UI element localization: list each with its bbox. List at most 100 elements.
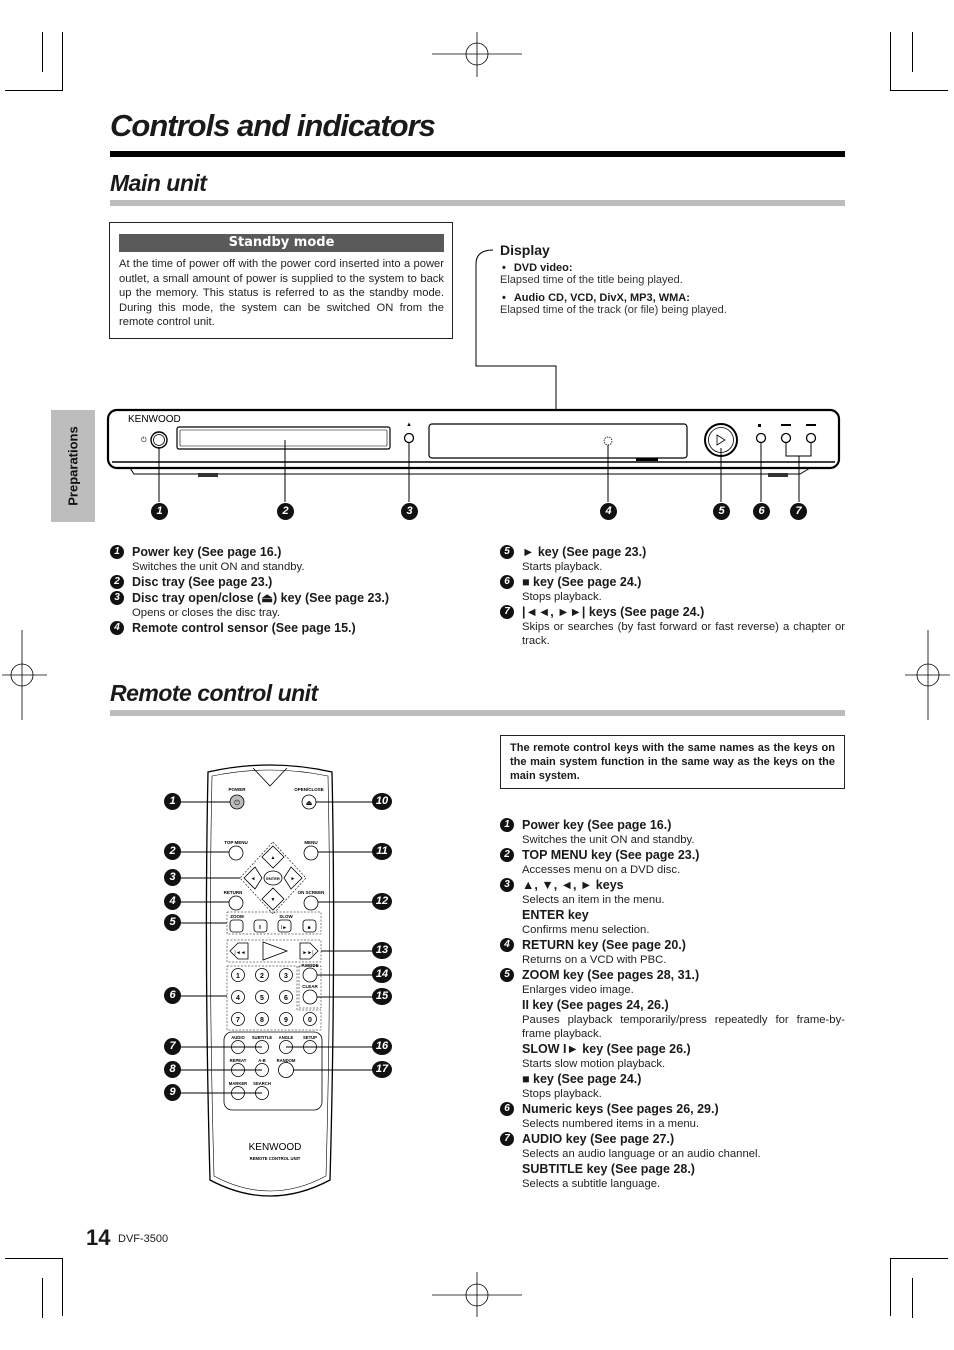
svg-text:▲: ▲ [271, 855, 276, 861]
main-unit-list-right: 5 ► key (See page 23.) Starts playback. 6 ■… [500, 544, 845, 648]
list-item: 2 TOP MENU key (See page 23.) Accesses men… [500, 847, 845, 877]
crop-mark [42, 1278, 43, 1318]
list-item: 3 ▲, ▼, ◄, ► keys Selects an item in the m… [500, 877, 845, 937]
remote-callout-15: 15 [372, 988, 392, 1005]
list-item: 1 Power key (See page 16.) Switches the un… [110, 544, 470, 574]
svg-text:I►: I► [281, 925, 287, 931]
list-item: 7 AUDIO key (See page 27.) Selects an audi… [500, 1131, 845, 1191]
remote-callout-6: 6 [164, 987, 181, 1004]
list-item: 7 |◄◄, ►►| keys (See page 24.) Skips or se… [500, 604, 845, 648]
svg-text:SETUP: SETUP [303, 1035, 317, 1040]
device-brand: KENWOOD [128, 414, 181, 425]
svg-text:3: 3 [284, 973, 288, 980]
svg-text:⏻: ⏻ [234, 799, 240, 807]
list-item: 6 Numeric keys (See pages 26, 29.) Selects… [500, 1101, 845, 1131]
section-heading-remote: Remote control unit [110, 680, 318, 706]
svg-text:9: 9 [284, 1017, 288, 1024]
svg-text:OPEN/CLOSE: OPEN/CLOSE [294, 787, 324, 792]
crop-mark [890, 90, 948, 91]
remote-callout-8: 8 [164, 1061, 181, 1078]
crop-mark [890, 32, 891, 90]
title-rule [110, 151, 845, 157]
remote-callout-4: 4 [164, 893, 181, 910]
remote-return-button [228, 895, 244, 911]
crop-mark [62, 32, 63, 90]
callout-6: 6 [753, 503, 770, 520]
crop-mark [62, 1258, 63, 1316]
callout-7: 7 [790, 503, 807, 520]
model-number: DVF-3500 [118, 1233, 169, 1245]
svg-text:6: 6 [284, 995, 288, 1002]
svg-text:|◄◄: |◄◄ [234, 950, 245, 956]
svg-text:MENU: MENU [304, 840, 317, 845]
section-rule [110, 710, 845, 716]
main-unit-illustration: KENWOOD ⏻ ▲ [106, 249, 841, 502]
list-item: 2 Disc tray (See page 23.) [110, 574, 470, 590]
remote-callout-12: 12 [372, 893, 392, 910]
device-foot [198, 473, 218, 477]
remote-top-menu-button [228, 845, 244, 861]
callout-4: 4 [600, 503, 617, 520]
side-tab: Preparations [51, 410, 95, 522]
remote-callout-14: 14 [372, 966, 392, 983]
list-item: 5 ZOOM key (See pages 28, 31.) Enlarges vi… [500, 967, 845, 1101]
device-foot [768, 473, 788, 477]
svg-text:ANGLE: ANGLE [279, 1035, 294, 1040]
remote-menu-button [303, 845, 319, 861]
svg-text:7: 7 [236, 1017, 240, 1024]
remote-callout-10: 10 [372, 793, 392, 810]
list-item: 5 ► key (See page 23.) Starts playback. [500, 544, 845, 574]
svg-text:SUBTITLE: SUBTITLE [252, 1035, 273, 1040]
section-heading-main-unit: Main unit [110, 170, 207, 196]
crop-mark [5, 90, 63, 91]
list-item: 4 RETURN key (See page 20.) Returns on a V… [500, 937, 845, 967]
svg-text:ON SCREEN: ON SCREEN [298, 890, 325, 895]
crop-mark [912, 32, 913, 72]
remote-callout-16: 16 [372, 1038, 392, 1055]
registration-mark-right [905, 630, 950, 720]
list-item: 1 Power key (See page 16.) Switches the un… [500, 817, 845, 847]
svg-text:⏏: ⏏ [306, 800, 313, 807]
svg-text:SEARCH: SEARCH [253, 1081, 271, 1086]
page-title: Controls and indicators [110, 108, 436, 143]
svg-text:▲: ▲ [406, 422, 412, 428]
registration-mark-left [2, 630, 47, 720]
crop-mark [912, 1278, 913, 1318]
svg-text:4: 4 [236, 995, 240, 1002]
svg-text:TOP MENU: TOP MENU [224, 840, 248, 845]
callout-1: 1 [151, 503, 168, 520]
svg-text:CLEAR: CLEAR [302, 984, 318, 989]
callout-5: 5 [713, 503, 730, 520]
remote-callout-3: 3 [164, 869, 181, 886]
callout-2: 2 [277, 503, 294, 520]
svg-text:5: 5 [260, 995, 264, 1002]
remote-clear-button [302, 989, 318, 1005]
crop-mark [890, 1258, 948, 1259]
svg-text:A-B: A-B [258, 1058, 265, 1063]
svg-text:⏻: ⏻ [141, 436, 147, 444]
callout-3: 3 [401, 503, 418, 520]
svg-text:■: ■ [307, 925, 310, 931]
registration-mark-top [432, 32, 522, 77]
svg-text:►►|: ►►| [302, 950, 313, 956]
svg-text:▼: ▼ [271, 897, 276, 903]
svg-text:KENWOOD: KENWOOD [249, 1142, 302, 1153]
section-rule [110, 200, 845, 206]
remote-on-screen-button [303, 895, 319, 911]
svg-text:RETURN: RETURN [224, 890, 243, 895]
crop-mark [5, 1258, 63, 1259]
remote-callout-7: 7 [164, 1038, 181, 1055]
svg-text:8: 8 [260, 1017, 264, 1024]
crop-mark [42, 32, 43, 72]
svg-text:2: 2 [260, 973, 264, 980]
list-item: 3 Disc tray open/close (⏏) key (See page … [110, 590, 470, 620]
remote-callout-13: 13 [372, 942, 392, 959]
svg-text:POWER: POWER [228, 787, 246, 792]
remote-zoom-button [229, 919, 244, 933]
remote-callout-5: 5 [164, 914, 181, 931]
svg-text:1: 1 [236, 973, 240, 980]
remote-callout-11: 11 [372, 843, 392, 860]
svg-text:◄: ◄ [251, 876, 256, 882]
svg-text:AUDIO: AUDIO [231, 1035, 245, 1040]
remote-callout-1: 1 [164, 793, 181, 810]
